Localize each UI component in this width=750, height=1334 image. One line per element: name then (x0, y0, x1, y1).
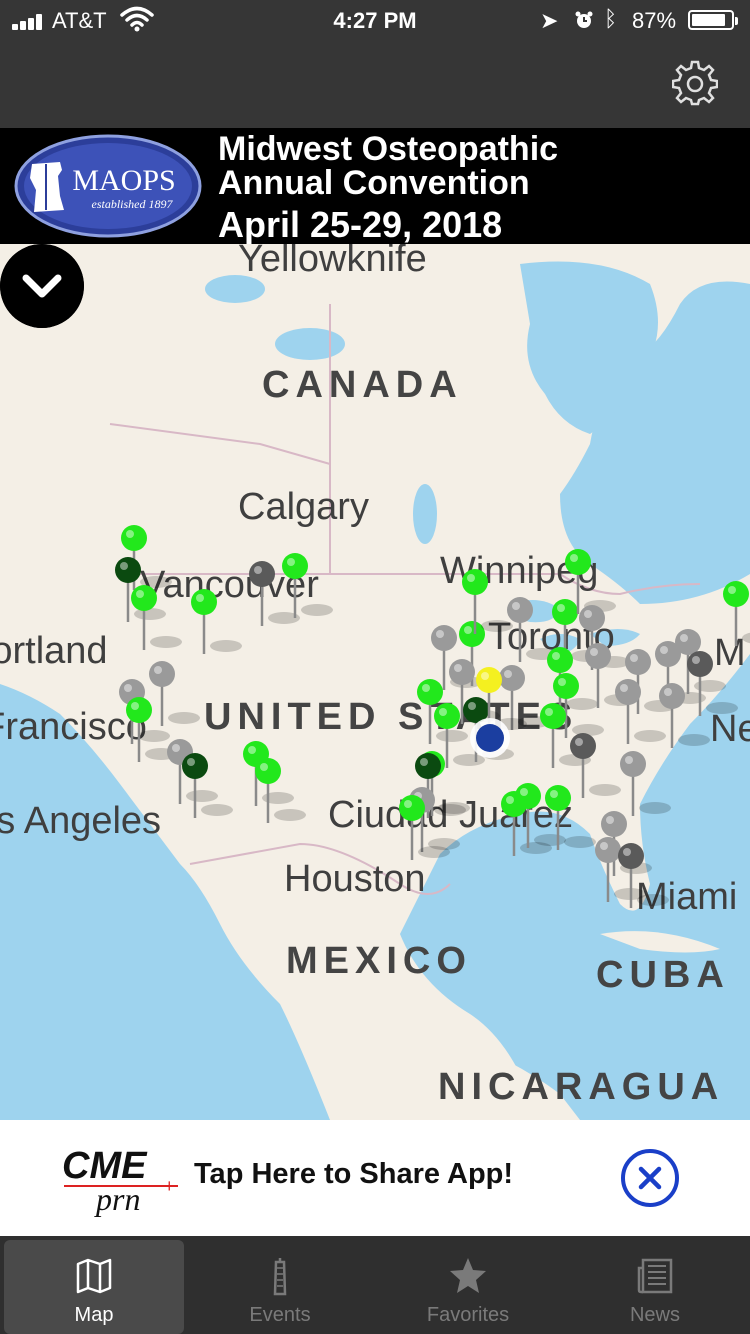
battery-level-fill (692, 14, 725, 26)
map-icon (76, 1258, 112, 1294)
tab-events-label: Events (249, 1304, 311, 1326)
svg-text:prn: prn (94, 1181, 140, 1217)
maops-logo: MAOPS established 1897 (14, 134, 202, 238)
banner-title: Midwest Osteopathic Annual Convention Ap… (218, 128, 558, 244)
alarm-icon (575, 11, 593, 28)
svg-text:MAOPS: MAOPS (72, 164, 175, 197)
settings-gear-icon[interactable] (672, 60, 718, 106)
map-pin[interactable] (620, 751, 671, 816)
newspaper-icon (637, 1258, 673, 1294)
map-pins-layer (115, 525, 750, 908)
map-view[interactable]: Yellowknife Calgary Vancouver Winnipeg P… (0, 244, 750, 1120)
map-pin[interactable] (723, 581, 750, 646)
map-pin[interactable] (659, 683, 710, 748)
banner-line-1: Midwest Osteopathic (218, 130, 559, 168)
star-icon (450, 1258, 486, 1293)
bluetooth-icon: ᛒ (604, 6, 618, 31)
top-bar: AT&T 4:27 PM ➤ ᛒ 87% (0, 0, 750, 128)
cme-prn-logo: CME prn + (62, 1145, 178, 1217)
tab-map-label: Map (74, 1304, 114, 1326)
user-location-dot (470, 718, 510, 758)
battery-icon (688, 10, 738, 30)
share-app-text[interactable]: Tap Here to Share App! (194, 1158, 513, 1191)
battery-percent: 87% (632, 8, 677, 33)
share-app-banner[interactable]: CME prn + Tap Here to Share App! (0, 1120, 750, 1236)
map-pin[interactable] (149, 661, 200, 726)
map-pin[interactable] (182, 753, 233, 818)
building-icon (273, 1258, 287, 1296)
svg-text:established 1897: established 1897 (92, 197, 174, 211)
map-pin[interactable] (282, 553, 333, 618)
tab-events[interactable]: Events (190, 1240, 370, 1334)
location-services-icon: ➤ (540, 8, 559, 33)
close-icon[interactable] (620, 1148, 680, 1208)
status-bar: AT&T 4:27 PM ➤ ᛒ 87% (0, 0, 750, 40)
tab-favorites-label: Favorites (426, 1304, 510, 1326)
map-pin[interactable] (191, 589, 242, 654)
tab-news[interactable]: News (565, 1240, 745, 1334)
banner-line-2: Annual Convention (218, 164, 530, 202)
convention-banner: MAOPS established 1897 Midwest Osteopath… (0, 128, 750, 244)
collapse-chevron-button[interactable] (0, 244, 84, 328)
tab-news-label: News (629, 1304, 680, 1326)
svg-text:+: + (164, 1176, 175, 1196)
banner-line-3: April 25-29, 2018 (218, 204, 503, 245)
tab-favorites[interactable]: Favorites (378, 1240, 558, 1334)
map-pin[interactable] (255, 758, 306, 823)
tab-bar: Map Events Favorites News (0, 1236, 750, 1334)
tab-map[interactable]: Map (4, 1240, 184, 1334)
